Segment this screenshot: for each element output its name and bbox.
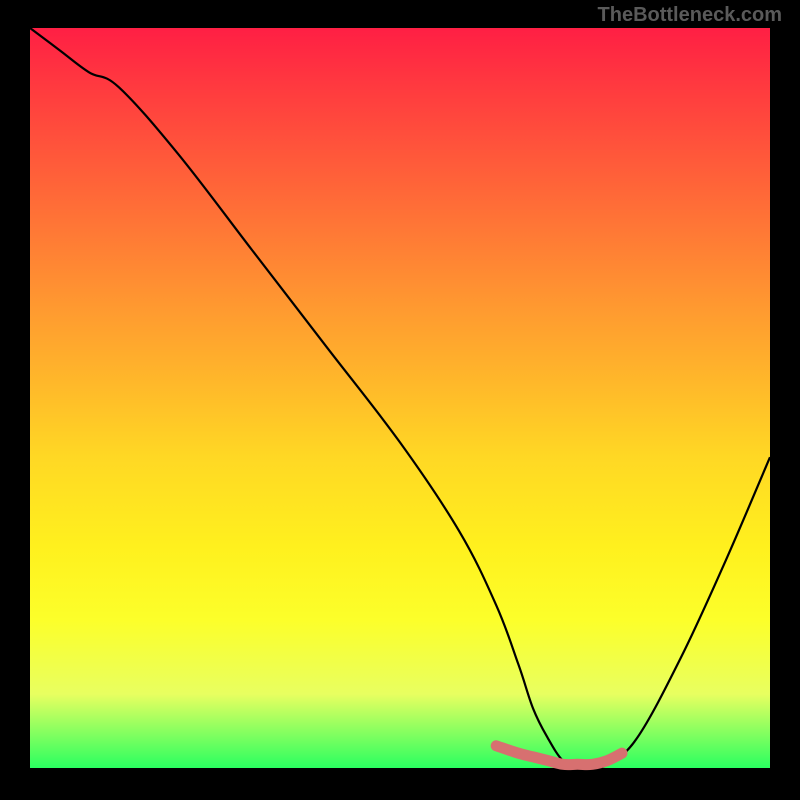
chart-plot-area — [30, 28, 770, 768]
chart-svg — [30, 28, 770, 768]
bottleneck-curve-line — [30, 28, 770, 769]
watermark-text: TheBottleneck.com — [598, 4, 782, 27]
